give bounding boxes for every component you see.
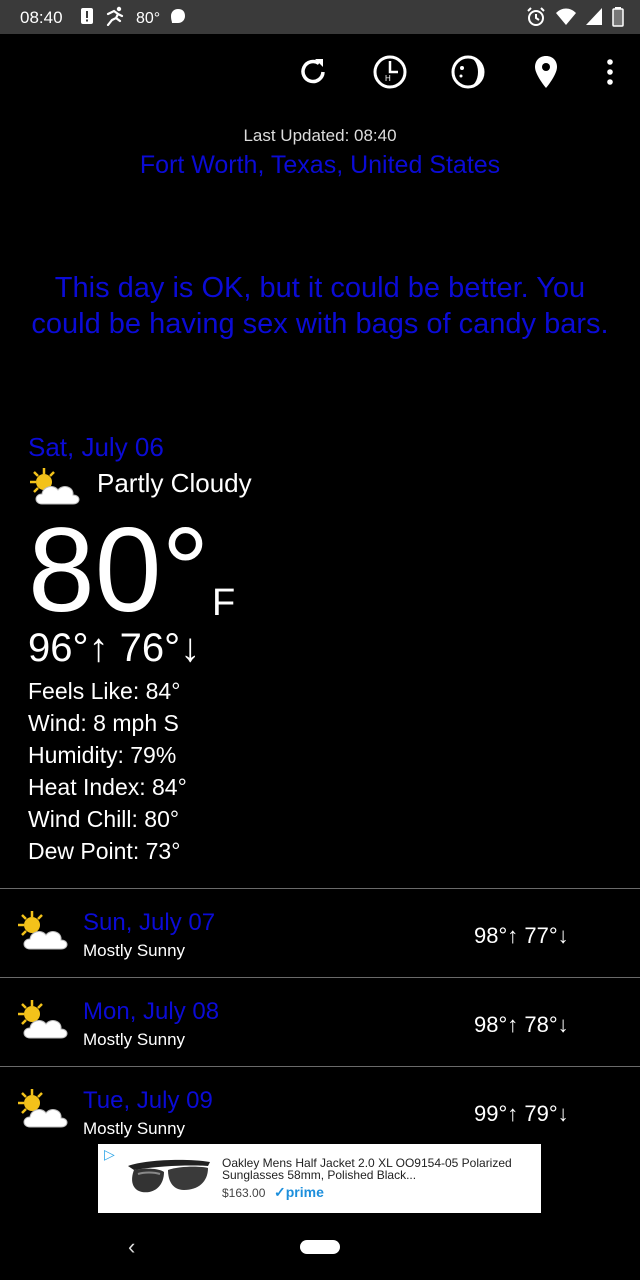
forecast-hi-lo: 98°↑ 77°↓ [474, 923, 569, 948]
current-temperature: 80° [28, 503, 210, 637]
svg-text:H: H [385, 74, 391, 83]
ad-title[interactable]: Oakley Mens Half Jacket 2.0 XL OO9154-05… [222, 1157, 532, 1181]
sunglasses-image [124, 1152, 214, 1206]
status-bar: 08:40 80° [0, 0, 640, 34]
more-icon[interactable] [590, 52, 630, 92]
daily-message: This day is OK, but it could be better. … [31, 272, 609, 340]
forecast-date: Tue, July 09 [83, 1087, 213, 1114]
location-icon[interactable] [526, 52, 566, 92]
mostly-sunny-icon [14, 1087, 72, 1131]
humidity: Humidity: 79% [28, 742, 177, 768]
home-pill[interactable] [300, 1240, 340, 1254]
back-icon[interactable]: ‹ [128, 1234, 135, 1260]
forecast-row-sun[interactable]: Sun, July 07 Mostly Sunny 98°↑ 77°↓ [0, 888, 640, 979]
wind-chill: Wind Chill: 80° [28, 806, 180, 832]
forecast-condition: Mostly Sunny [83, 1030, 186, 1049]
mostly-sunny-icon [14, 998, 72, 1042]
ad-banner[interactable]: ▷ Oakley Mens Half Jacket 2.0 XL OO9154-… [98, 1144, 541, 1213]
mostly-sunny-icon [14, 909, 72, 953]
ad-choices-icon[interactable]: ▷ [104, 1146, 115, 1163]
dew-point: Dew Point: 73° [28, 838, 181, 864]
forecast-row-mon[interactable]: Mon, July 08 Mostly Sunny 98°↑ 78°↓ [0, 977, 640, 1068]
navigation-bar: ‹ [0, 1222, 640, 1280]
alert-icon [80, 7, 94, 30]
forecast-condition: Mostly Sunny [83, 1119, 186, 1138]
wifi-icon [556, 8, 576, 31]
forecast-date: Sun, July 07 [83, 909, 216, 936]
moon-icon[interactable] [448, 52, 488, 92]
ad-price: $163.00 [222, 1186, 266, 1200]
battery-icon [612, 7, 624, 32]
last-updated: Last Updated: 08:40 [243, 126, 397, 145]
feels-like: Feels Like: 84° [28, 678, 181, 704]
today-date: Sat, July 06 [28, 432, 164, 462]
wind: Wind: 8 mph S [28, 710, 179, 736]
today-condition: Partly Cloudy [97, 468, 252, 498]
partly-cloudy-icon [26, 466, 84, 508]
prime-badge: ✓prime [274, 1184, 324, 1200]
temperature-unit[interactable]: F [212, 582, 235, 625]
alarm-icon [526, 7, 546, 32]
forecast-hi-lo: 99°↑ 79°↓ [474, 1101, 569, 1126]
weather-details: Feels Like: 84° Wind: 8 mph S Humidity: … [28, 677, 187, 869]
location-link[interactable]: Fort Worth, Texas, United States [0, 151, 640, 180]
run-icon [104, 6, 126, 31]
forecast-condition: Mostly Sunny [83, 941, 186, 960]
refresh-icon[interactable] [293, 52, 333, 92]
forecast-hi-lo: 98°↑ 78°↓ [474, 1012, 569, 1037]
toolbar: H [0, 52, 640, 92]
signal-icon [586, 8, 602, 31]
status-temp: 80° [136, 9, 161, 27]
today-hi-lo: 96°↑ 76°↓ [28, 626, 201, 670]
bubble-icon [170, 8, 186, 29]
status-time: 08:40 [20, 8, 63, 27]
hourly-icon[interactable]: H [370, 52, 410, 92]
heat-index: Heat Index: 84° [28, 774, 187, 800]
forecast-date: Mon, July 08 [83, 998, 220, 1025]
